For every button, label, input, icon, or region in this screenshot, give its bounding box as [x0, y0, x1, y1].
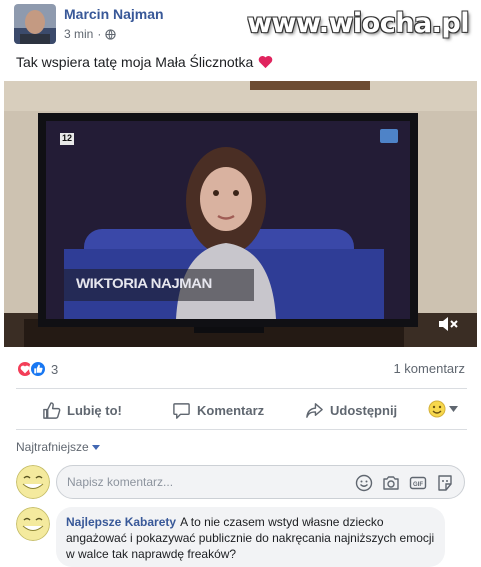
- post-meta: 3 min ·: [64, 27, 117, 41]
- like-button[interactable]: Lubię to!: [42, 398, 122, 422]
- comment-bubble: Najlepsze Kabarety A to nie czasem wstyd …: [56, 507, 445, 567]
- site-watermark: www.wiocha.pl: [247, 8, 469, 39]
- gif-icon[interactable]: GIF: [409, 474, 427, 492]
- like-reaction-icon: [29, 360, 47, 378]
- camera-icon[interactable]: [382, 474, 400, 492]
- comment-label: Komentarz: [197, 402, 265, 418]
- comment-author[interactable]: Najlepsze Kabarety: [66, 515, 176, 529]
- share-icon: [306, 402, 323, 418]
- share-label: Udostępnij: [330, 402, 398, 418]
- meta-separator: ·: [97, 27, 102, 41]
- author-name[interactable]: Marcin Najman: [64, 6, 164, 22]
- comment-composer[interactable]: GIF: [56, 465, 465, 499]
- post-text: Tak wspiera tatę moja Mała Ślicznotka: [16, 54, 273, 70]
- mute-icon[interactable]: [437, 315, 459, 333]
- video-player[interactable]: 12 WIKTORIA NAJMAN: [4, 81, 477, 347]
- reaction-selector[interactable]: [428, 400, 458, 418]
- composer-icons: GIF: [355, 474, 454, 492]
- comment-input[interactable]: [67, 466, 337, 498]
- emoji-icon[interactable]: [355, 474, 373, 492]
- post-time[interactable]: 3 min: [64, 27, 93, 41]
- post-text-content: Tak wspiera tatę moja Mała Ślicznotka: [16, 54, 254, 70]
- comment-sort-dropdown[interactable]: Najtrafniejsze: [16, 440, 100, 454]
- sort-label: Najtrafniejsze: [16, 440, 89, 454]
- divider: [16, 388, 467, 389]
- channel-badge: 12: [62, 133, 73, 143]
- comment-icon: [173, 402, 190, 419]
- like-icon: [43, 401, 61, 419]
- divider: [16, 429, 467, 430]
- like-label: Lubię to!: [67, 402, 122, 418]
- heart-icon: [258, 55, 273, 69]
- chevron-down-icon: [449, 406, 458, 412]
- chevron-down-icon: [91, 444, 100, 450]
- author-avatar[interactable]: [14, 4, 56, 44]
- svg-text:GIF: GIF: [413, 482, 423, 488]
- commenter-avatar[interactable]: [16, 507, 50, 541]
- emoji-icon: [428, 400, 446, 418]
- reactions-summary[interactable]: 3: [16, 360, 58, 378]
- share-button[interactable]: Udostępnij: [305, 398, 397, 422]
- current-user-avatar[interactable]: [16, 465, 50, 499]
- comment-button[interactable]: Komentarz: [172, 398, 264, 422]
- reaction-count: 3: [51, 361, 59, 377]
- video-caption: WIKTORIA NAJMAN: [76, 275, 212, 292]
- facebook-post: Marcin Najman 3 min · www.wiocha.pl Tak …: [0, 0, 481, 567]
- comments-count-link[interactable]: 1 komentarz: [393, 361, 465, 376]
- globe-icon: [105, 28, 117, 40]
- sticker-icon[interactable]: [436, 474, 454, 492]
